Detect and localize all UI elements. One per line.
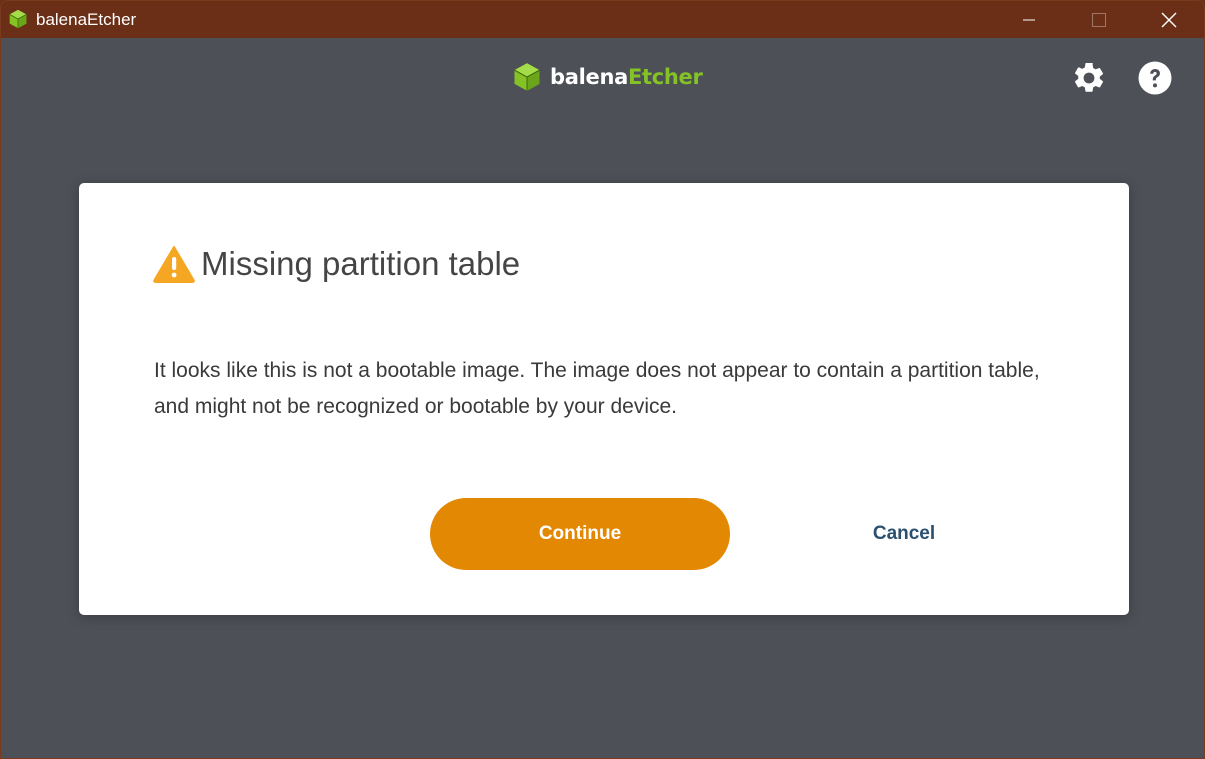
dialog-title: Missing partition table <box>153 245 520 283</box>
minimize-button[interactable] <box>994 1 1064 38</box>
help-button[interactable] <box>1136 59 1174 97</box>
warning-dialog: Missing partition table It looks like th… <box>79 183 1129 615</box>
logo-text-etcher: Etcher <box>627 65 703 89</box>
logo-text-balena: balena <box>550 65 628 89</box>
question-circle-icon <box>1138 61 1172 95</box>
settings-button[interactable] <box>1070 59 1108 97</box>
minimize-icon <box>1023 19 1035 20</box>
continue-button[interactable]: Continue <box>430 498 730 570</box>
cube-logo-icon <box>514 63 540 91</box>
app-header: balenaEtcher <box>1 38 1204 118</box>
cancel-button[interactable]: Cancel <box>824 498 984 570</box>
logo-text: balenaEtcher <box>550 65 703 89</box>
etcher-app-icon <box>9 9 27 29</box>
app-window: balenaEtcher balenaEtcher Missing partit… <box>0 0 1205 759</box>
maximize-button[interactable] <box>1064 1 1134 38</box>
dialog-message: It looks like this is not a bootable ima… <box>154 359 1040 418</box>
title-bar[interactable]: balenaEtcher <box>1 1 1204 38</box>
maximize-icon <box>1092 12 1106 27</box>
balena-etcher-logo: balenaEtcher <box>512 61 703 93</box>
close-icon <box>1161 12 1177 27</box>
close-button[interactable] <box>1134 1 1204 38</box>
window-title: balenaEtcher <box>36 10 137 29</box>
dialog-title-text: Missing partition table <box>201 245 521 282</box>
warning-icon <box>153 246 195 283</box>
gear-icon <box>1075 62 1104 92</box>
